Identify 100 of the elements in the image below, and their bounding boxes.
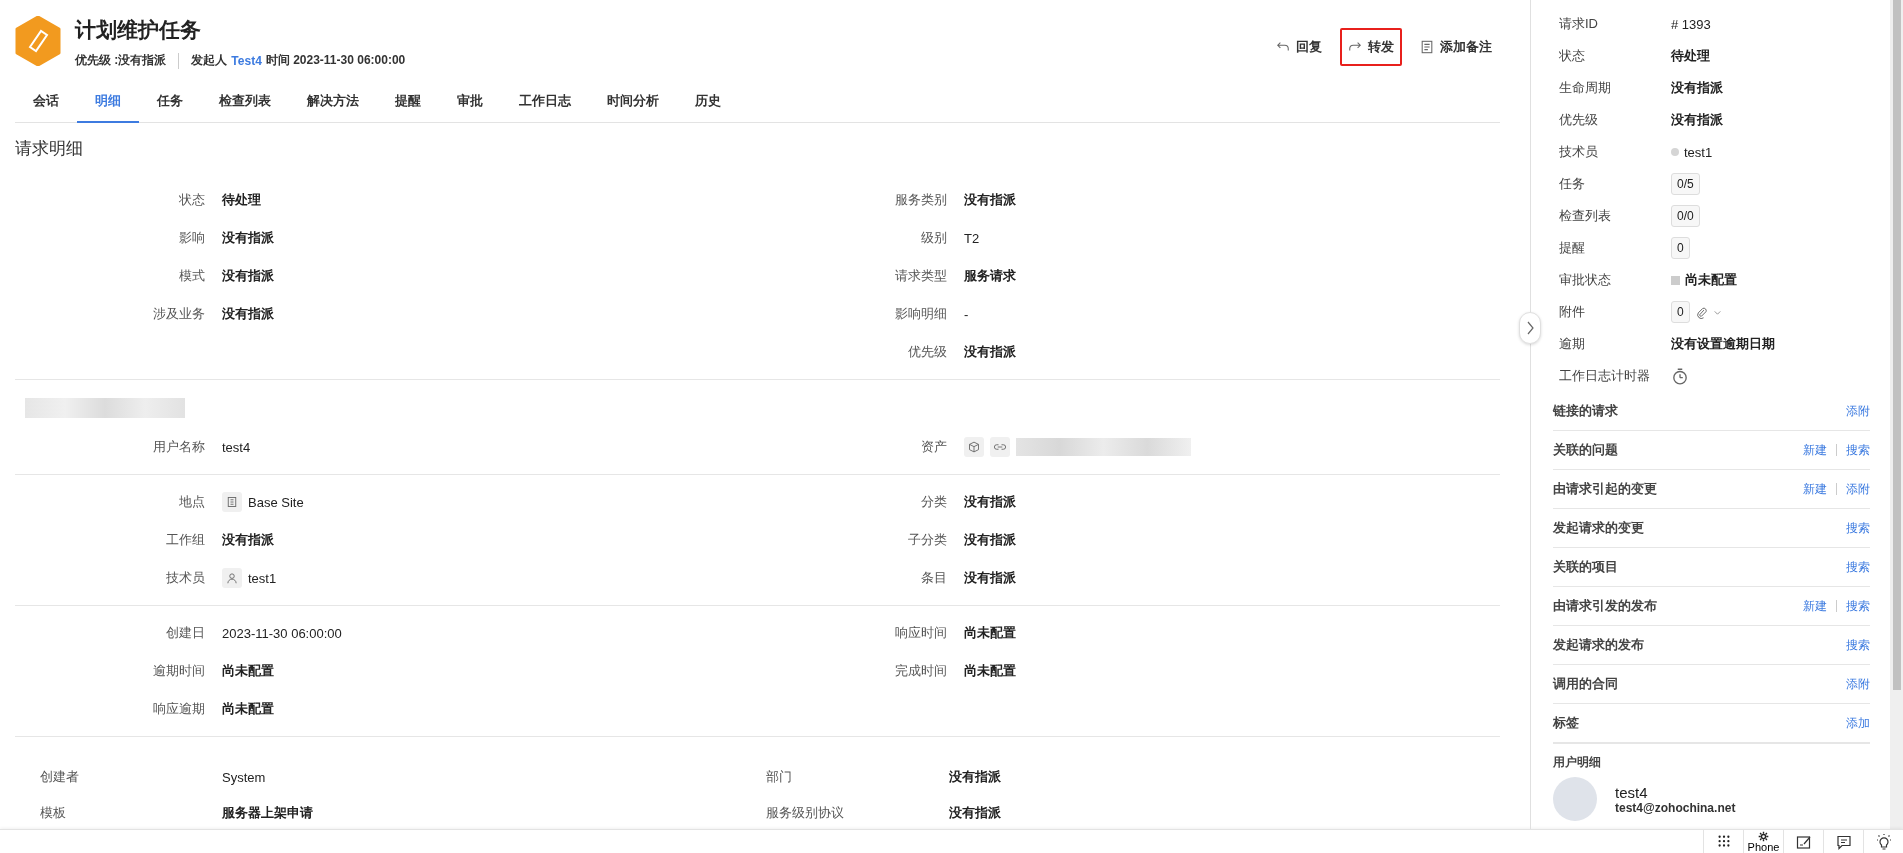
tab[interactable]: 解决方法: [289, 80, 377, 123]
field-value: 没有指派: [964, 569, 1017, 587]
count-badge: 0/5: [1671, 173, 1700, 195]
tab[interactable]: 明细: [77, 80, 139, 123]
requester-link[interactable]: Test4: [231, 53, 262, 68]
phone-label: Phone: [1747, 841, 1780, 853]
field-value: 没有指派: [964, 531, 1017, 549]
user-details-title: 用户明细: [1553, 754, 1602, 771]
user-email: test4@zohochina.net: [1615, 800, 1736, 815]
property-value: 尚未配置: [1685, 271, 1737, 289]
section-heading: 发起请求的变更: [1553, 519, 1644, 537]
action-link[interactable]: 新建: [1803, 441, 1827, 459]
section-heading: 由请求引起的变更: [1553, 480, 1657, 498]
section-heading: 发起请求的发布: [1553, 636, 1644, 654]
action-link[interactable]: 搜索: [1846, 558, 1870, 576]
forward-button[interactable]: 转发: [1340, 28, 1402, 66]
section-heading: 关联的问题: [1553, 441, 1618, 459]
action-link[interactable]: 新建: [1803, 597, 1827, 615]
tab[interactable]: 时间分析: [589, 80, 677, 123]
scrollbar-thumb[interactable]: [1892, 0, 1901, 690]
property-value: 没有指派: [1671, 111, 1724, 129]
bulb-button[interactable]: [1863, 830, 1903, 853]
action-link[interactable]: 搜索: [1846, 519, 1870, 537]
field-value: 没有指派: [964, 191, 1017, 209]
action-link[interactable]: 添附: [1846, 675, 1870, 693]
property-label: 检查列表: [1559, 207, 1612, 225]
field-label: 完成时间: [894, 662, 947, 680]
field-value: 没有指派: [222, 305, 275, 323]
link-icon[interactable]: [990, 437, 1010, 457]
field-label: 地点: [178, 493, 205, 511]
action-link[interactable]: 搜索: [1846, 636, 1870, 654]
field-label: 响应时间: [894, 624, 947, 642]
paperclip-icon: [1694, 305, 1708, 319]
ticket-logo-icon: [15, 16, 61, 66]
count-badge: 0/0: [1671, 205, 1700, 227]
field-value: -: [964, 306, 970, 322]
field-value: 待处理: [222, 191, 262, 209]
section-heading: 标签: [1553, 714, 1579, 732]
field-value: 尚未配置: [222, 662, 275, 680]
property-label: 优先级: [1559, 111, 1599, 129]
field-label: 影响明细: [894, 305, 947, 323]
dialpad-button[interactable]: [1703, 830, 1743, 853]
action-link[interactable]: 新建: [1803, 480, 1827, 498]
chat-icon: [1835, 833, 1852, 850]
field-label: 条目: [920, 569, 947, 587]
field-label: 创建日: [165, 624, 205, 642]
tab[interactable]: 历史: [677, 80, 739, 123]
requester-label: 发起人: [191, 52, 228, 69]
tab[interactable]: 会话: [15, 80, 77, 123]
action-link[interactable]: 添加: [1846, 714, 1870, 732]
property-label: 请求ID: [1559, 15, 1599, 33]
field-value: 没有指派: [222, 531, 275, 549]
chat-button[interactable]: [1823, 830, 1863, 853]
field-value: 2023-11-30 06:00:00: [222, 625, 343, 641]
time-text: 时间 2023-11-30 06:00:00: [265, 52, 406, 69]
field-label: 模板: [39, 804, 67, 822]
field-label: 分类: [920, 493, 947, 511]
field-value: 没有指派: [949, 768, 1002, 786]
property-label: 工作日志计时器: [1559, 367, 1651, 385]
action-link[interactable]: 搜索: [1846, 597, 1870, 615]
count-badge: 0: [1671, 237, 1690, 259]
reply-button[interactable]: 回复: [1268, 28, 1330, 66]
chevron-icon: [1525, 321, 1535, 335]
action-link[interactable]: 添附: [1846, 402, 1870, 420]
note-button[interactable]: 添加备注: [1412, 28, 1500, 66]
action-link[interactable]: 添附: [1846, 480, 1870, 498]
field-value: 没有指派: [222, 229, 275, 247]
field-label: 创建者: [39, 768, 80, 786]
field-value: 服务请求: [964, 267, 1017, 285]
property-label: 技术员: [1559, 143, 1599, 161]
field-value: 没有指派: [964, 493, 1017, 511]
forward-arrow-icon: [1348, 40, 1362, 54]
section-heading: 调用的合同: [1553, 675, 1618, 693]
field-label: 用户名称: [152, 438, 205, 456]
tab[interactable]: 工作日志: [501, 80, 589, 123]
cube-glyph-icon: [968, 441, 980, 453]
field-value: test4: [222, 439, 252, 455]
field-value: test1: [248, 570, 277, 586]
field-value: 尚未配置: [964, 624, 1017, 642]
field-label: 优先级: [907, 343, 947, 361]
compose-button[interactable]: [1783, 830, 1823, 853]
property-value: 待处理: [1671, 47, 1711, 65]
property-label: 任务: [1559, 175, 1586, 193]
tab[interactable]: 检查列表: [201, 80, 289, 123]
tab[interactable]: 提醒: [377, 80, 439, 123]
cube-icon[interactable]: [964, 437, 984, 457]
property-value: 没有设置逾期日期: [1671, 335, 1776, 353]
priority-text: 优先级 :没有指派: [75, 52, 167, 69]
tab[interactable]: 审批: [439, 80, 501, 123]
phone-button[interactable]: Phone: [1743, 830, 1783, 853]
link-glyph-icon: [994, 441, 1006, 453]
field-label: 资产: [920, 438, 947, 456]
collapse-button[interactable]: [1519, 312, 1541, 344]
tab[interactable]: 任务: [139, 80, 201, 123]
action-link[interactable]: 搜索: [1846, 441, 1870, 459]
avatar: [1553, 777, 1597, 821]
field-value: 尚未配置: [964, 662, 1017, 680]
field-label: 逾期时间: [152, 662, 205, 680]
page-title: 计划维护任务: [75, 17, 202, 43]
field-label: 级别: [920, 229, 947, 247]
